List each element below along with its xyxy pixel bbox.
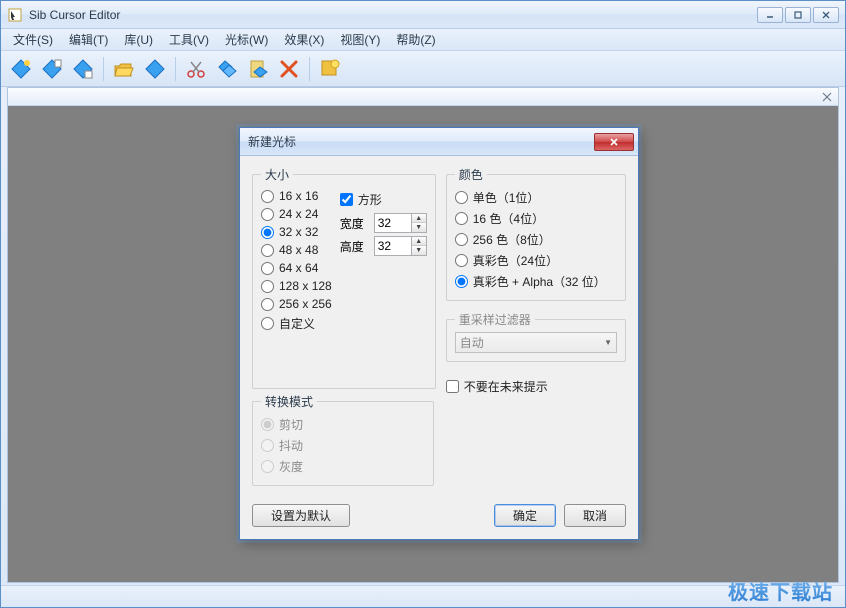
color-24bit[interactable]: 真彩色（24位） — [455, 250, 617, 271]
size-legend: 大小 — [261, 166, 293, 183]
workspace-close-icon[interactable] — [820, 90, 834, 104]
size-64-label: 64 x 64 — [279, 261, 318, 275]
color-1bit-label: 单色（1位） — [473, 189, 540, 206]
height-down-icon[interactable]: ▼ — [412, 246, 426, 255]
size-group: 大小 16 x 16 24 x 24 32 x 32 48 x 48 64 x … — [252, 166, 436, 389]
toolbar — [1, 51, 845, 87]
menu-edit[interactable]: 编辑(T) — [61, 29, 116, 50]
size-16-label: 16 x 16 — [279, 189, 318, 203]
chevron-down-icon: ▼ — [604, 338, 612, 347]
copy-icon[interactable] — [213, 55, 241, 83]
toolbar-separator — [309, 57, 310, 81]
size-custom-label: 自定义 — [279, 315, 315, 332]
square-label: 方形 — [358, 191, 382, 208]
convert-legend: 转换模式 — [261, 393, 317, 410]
size-256[interactable]: 256 x 256 — [261, 295, 332, 313]
menu-library[interactable]: 库(U) — [116, 29, 161, 50]
menu-tools[interactable]: 工具(V) — [161, 29, 217, 50]
dialog-buttons: 设置为默认 确定 取消 — [252, 504, 626, 527]
menu-cursor[interactable]: 光标(W) — [217, 29, 276, 50]
color-1bit[interactable]: 单色（1位） — [455, 187, 617, 208]
convert-gray-label: 灰度 — [279, 458, 303, 475]
convert-group: 转换模式 剪切 抖动 灰度 — [252, 393, 434, 486]
window-controls — [757, 7, 839, 23]
size-16[interactable]: 16 x 16 — [261, 187, 332, 205]
width-input[interactable] — [375, 214, 411, 232]
dialog-close-button[interactable] — [594, 133, 634, 151]
close-button[interactable] — [813, 7, 839, 23]
menu-file[interactable]: 文件(S) — [5, 29, 61, 50]
color-24bit-label: 真彩色（24位） — [473, 252, 558, 269]
height-label: 高度 — [340, 238, 368, 255]
save-icon[interactable] — [141, 55, 169, 83]
menubar: 文件(S) 编辑(T) 库(U) 工具(V) 光标(W) 效果(X) 视图(Y)… — [1, 29, 845, 51]
convert-dither[interactable]: 抖动 — [261, 435, 425, 456]
watermark: 极速下载站 — [728, 576, 833, 605]
size-64[interactable]: 64 x 64 — [261, 259, 332, 277]
square-checkbox[interactable]: 方形 — [340, 189, 427, 210]
menu-effects[interactable]: 效果(X) — [276, 29, 332, 50]
cut-icon[interactable] — [182, 55, 210, 83]
color-4bit-label: 16 色（4位） — [473, 210, 544, 227]
menu-help[interactable]: 帮助(Z) — [388, 29, 443, 50]
titlebar[interactable]: Sib Cursor Editor — [1, 1, 845, 29]
color-4bit[interactable]: 16 色（4位） — [455, 208, 617, 229]
color-legend: 颜色 — [455, 166, 487, 183]
new-lib-icon[interactable] — [69, 55, 97, 83]
size-32-label: 32 x 32 — [279, 225, 318, 239]
size-24[interactable]: 24 x 24 — [261, 205, 332, 223]
minimize-button[interactable] — [757, 7, 783, 23]
cancel-button[interactable]: 取消 — [564, 504, 626, 527]
window-title: Sib Cursor Editor — [29, 8, 757, 22]
color-8bit-label: 256 色（8位） — [473, 231, 551, 248]
convert-gray[interactable]: 灰度 — [261, 456, 425, 477]
size-48[interactable]: 48 x 48 — [261, 241, 332, 259]
resample-combo[interactable]: 自动 ▼ — [455, 332, 617, 353]
toolbar-separator — [103, 57, 104, 81]
dialog-title: 新建光标 — [248, 133, 594, 150]
convert-dither-label: 抖动 — [279, 437, 303, 454]
resample-value: 自动 — [460, 334, 484, 351]
app-icon — [7, 7, 23, 23]
color-8bit[interactable]: 256 色（8位） — [455, 229, 617, 250]
resample-legend: 重采样过滤器 — [455, 311, 535, 328]
set-default-button[interactable]: 设置为默认 — [252, 504, 350, 527]
convert-crop[interactable]: 剪切 — [261, 414, 425, 435]
color-group: 颜色 单色（1位） 16 色（4位） 256 色（8位） 真彩色（24位） 真彩… — [446, 166, 626, 301]
paste-icon[interactable] — [244, 55, 272, 83]
size-custom[interactable]: 自定义 — [261, 313, 332, 334]
toolbar-separator — [175, 57, 176, 81]
ok-button[interactable]: 确定 — [494, 504, 556, 527]
size-48-label: 48 x 48 — [279, 243, 318, 257]
menu-view[interactable]: 视图(Y) — [332, 29, 388, 50]
height-input[interactable] — [375, 237, 411, 255]
open-icon[interactable] — [110, 55, 138, 83]
main-window: Sib Cursor Editor 文件(S) 编辑(T) 库(U) 工具(V)… — [0, 0, 846, 608]
width-up-icon[interactable]: ▲ — [412, 214, 426, 223]
color-32bit[interactable]: 真彩色 + Alpha（32 位） — [455, 271, 617, 292]
dialog-body: 大小 16 x 16 24 x 24 32 x 32 48 x 48 64 x … — [240, 156, 638, 539]
size-32[interactable]: 32 x 32 — [261, 223, 332, 241]
height-spinner[interactable]: ▲▼ — [374, 236, 427, 256]
workspace-header — [8, 88, 838, 106]
dialog-titlebar[interactable]: 新建光标 — [240, 128, 638, 156]
new-cursor-icon[interactable] — [7, 55, 35, 83]
convert-crop-label: 剪切 — [279, 416, 303, 433]
size-24-label: 24 x 24 — [279, 207, 318, 221]
width-label: 宽度 — [340, 215, 368, 232]
resample-group: 重采样过滤器 自动 ▼ — [446, 311, 626, 362]
new-cursor-dialog: 新建光标 大小 16 x 16 24 x 24 32 x 32 48 x 48 … — [239, 127, 639, 540]
new-doc-icon[interactable] — [38, 55, 66, 83]
maximize-button[interactable] — [785, 7, 811, 23]
size-128-label: 128 x 128 — [279, 279, 332, 293]
effects-icon[interactable] — [316, 55, 344, 83]
width-spinner[interactable]: ▲▼ — [374, 213, 427, 233]
color-32bit-label: 真彩色 + Alpha（32 位） — [473, 273, 606, 290]
size-256-label: 256 x 256 — [279, 297, 332, 311]
statusbar — [1, 585, 845, 607]
width-down-icon[interactable]: ▼ — [412, 223, 426, 232]
delete-icon[interactable] — [275, 55, 303, 83]
height-up-icon[interactable]: ▲ — [412, 237, 426, 246]
size-128[interactable]: 128 x 128 — [261, 277, 332, 295]
